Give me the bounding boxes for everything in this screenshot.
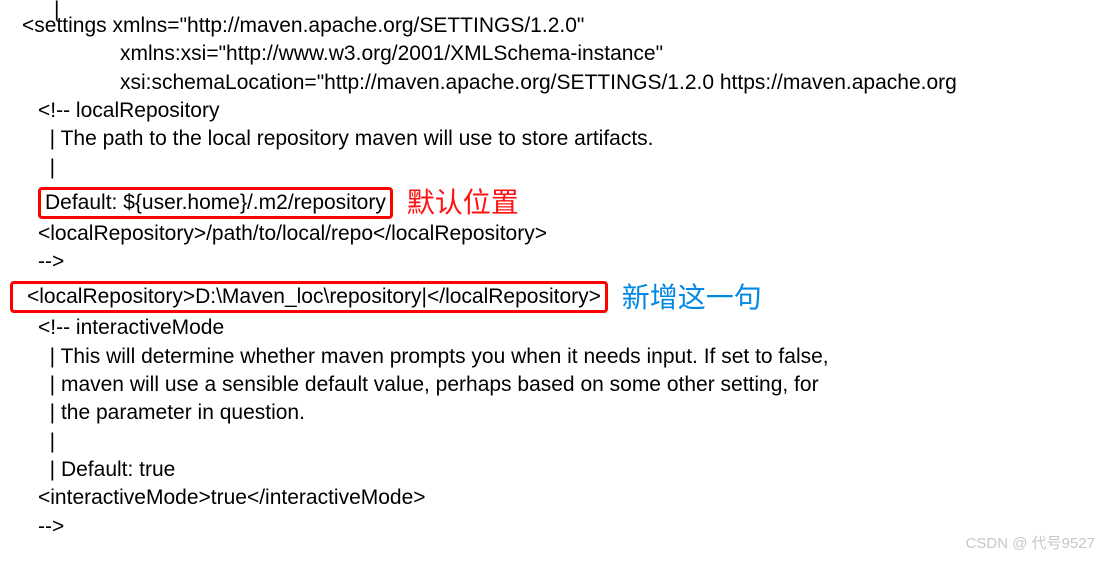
xml-line-interactive-desc-3: | the parameter in question. (12, 399, 1111, 427)
xml-line-comment-close-2: --> (12, 513, 1111, 541)
xml-line-pipe-1: | (12, 154, 1111, 182)
default-repo-text: Default: ${user.home}/.m2/repository (45, 191, 386, 214)
xml-line-pipe-2: | (12, 428, 1111, 456)
annotation-default-position: 默认位置 (407, 184, 519, 222)
xml-line-interactive-mode: <interactiveMode>true</interactiveMode> (12, 484, 1111, 512)
xml-line-localrepo-example: <localRepository>/path/to/local/repo</lo… (12, 220, 1111, 248)
highlight-localrepo-new: <localRepository>D:\Maven_loc\repository… (10, 281, 608, 313)
highlight-default-repo: Default: ${user.home}/.m2/repository (38, 187, 393, 219)
xml-line-default-true: | Default: true (12, 456, 1111, 484)
watermark: CSDN @ 代号9527 (966, 534, 1095, 554)
localrepo-new-text: <localRepository>D:\Maven_loc\repository… (27, 285, 601, 308)
xml-line-comment-close-1: --> (12, 248, 1111, 276)
xml-line-comment-interactive-open: <!-- interactiveMode (12, 314, 1111, 342)
xml-line-localrepo-desc: | The path to the local repository maven… (12, 125, 1111, 153)
xml-line-xmlns-xsi: xmlns:xsi="http://www.w3.org/2001/XMLSch… (12, 40, 1111, 68)
annotation-new-line: 新增这一句 (622, 279, 762, 317)
xml-line-comment-localrepo-open: <!-- localRepository (12, 97, 1111, 125)
xml-line-interactive-desc-2: | maven will use a sensible default valu… (12, 371, 1111, 399)
xml-line-xsi-location: xsi:schemaLocation="http://maven.apache.… (12, 69, 1111, 97)
xml-line-interactive-desc-1: | This will determine whether maven prom… (12, 343, 1111, 371)
xml-line-settings-open: <settings xmlns="http://maven.apache.org… (12, 12, 1111, 40)
